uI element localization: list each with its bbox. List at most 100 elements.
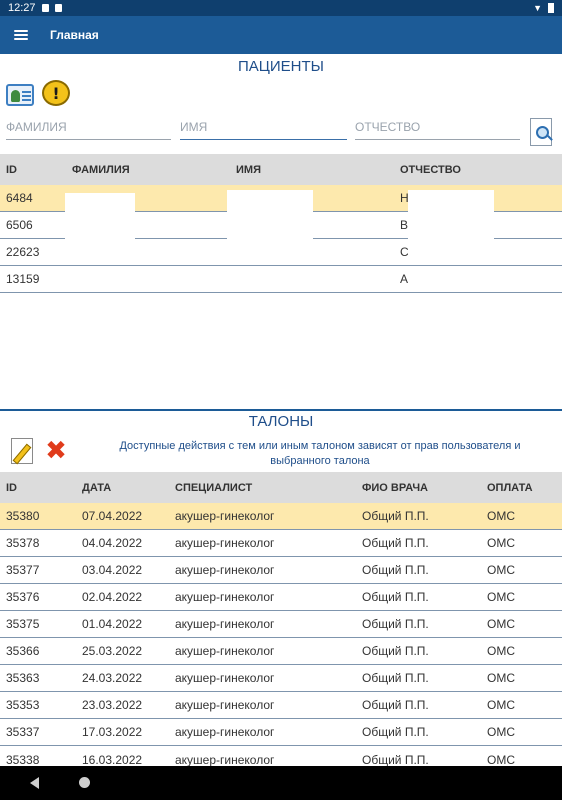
- redaction-mask: [227, 190, 313, 265]
- talon-doctor: Общий П.П.: [362, 752, 429, 767]
- edit-icon[interactable]: [6, 436, 38, 466]
- patient-id: 13159: [6, 272, 40, 286]
- patient-id: 22623: [6, 245, 40, 259]
- patient-id: 6484: [6, 191, 33, 205]
- surname-field[interactable]: ФАМИЛИЯ: [6, 114, 171, 140]
- talon-date: 03.04.2022: [82, 563, 143, 577]
- patients-title: ПАЦИЕНТЫ: [238, 58, 324, 75]
- talon-row[interactable]: 35366 25.03.2022 акушер-гинеколог Общий …: [0, 638, 562, 665]
- patient-card-icon[interactable]: [4, 80, 36, 110]
- name-field[interactable]: ИМЯ: [180, 114, 347, 140]
- talon-specialist: акушер-гинеколог: [175, 698, 275, 712]
- patient-patronymic: В: [400, 218, 409, 232]
- talon-id: 35380: [6, 509, 40, 523]
- column-header-date[interactable]: ДАТА: [82, 482, 111, 494]
- talon-row[interactable]: 35363 24.03.2022 акушер-гинеколог Общий …: [0, 665, 562, 692]
- column-header-payment[interactable]: ОПЛАТА: [487, 482, 533, 494]
- talon-payment: ОМС: [487, 536, 515, 550]
- talon-row[interactable]: 35377 03.04.2022 акушер-гинеколог Общий …: [0, 557, 562, 584]
- talon-specialist: акушер-гинеколог: [175, 509, 275, 523]
- talon-doctor: Общий П.П.: [362, 563, 429, 577]
- talon-doctor: Общий П.П.: [362, 509, 429, 523]
- column-header-id[interactable]: ID: [6, 164, 17, 176]
- talon-specialist: акушер-гинеколог: [175, 752, 275, 767]
- talon-payment: ОМС: [487, 644, 515, 658]
- column-header-surname[interactable]: ФАМИЛИЯ: [72, 164, 130, 176]
- talons-table-header: ID ДАТА СПЕЦИАЛИСТ ФИО ВРАЧА ОПЛАТА: [0, 472, 562, 503]
- talon-row[interactable]: 35376 02.04.2022 акушер-гинеколог Общий …: [0, 584, 562, 611]
- talon-id: 35378: [6, 536, 40, 550]
- talon-row[interactable]: 35337 17.03.2022 акушер-гинеколог Общий …: [0, 719, 562, 746]
- talon-row[interactable]: 35375 01.04.2022 акушер-гинеколог Общий …: [0, 611, 562, 638]
- talon-row[interactable]: 35380 07.04.2022 акушер-гинеколог Общий …: [0, 503, 562, 530]
- app-bar: Главная: [0, 16, 562, 54]
- delete-icon[interactable]: ✖: [40, 436, 72, 466]
- column-header-id[interactable]: ID: [6, 482, 17, 494]
- talons-info-text: Доступные действия с тем или иным талоно…: [119, 440, 521, 467]
- status-bar: 12:27 ▼: [0, 0, 562, 16]
- talon-specialist: акушер-гинеколог: [175, 671, 275, 685]
- talon-doctor: Общий П.П.: [362, 617, 429, 631]
- talon-payment: ОМС: [487, 590, 515, 604]
- talon-date: 17.03.2022: [82, 725, 143, 739]
- talon-id: 35363: [6, 671, 40, 685]
- column-header-patronymic[interactable]: ОТЧЕСТВО: [400, 164, 461, 176]
- talon-specialist: акушер-гинеколог: [175, 536, 275, 550]
- home-icon[interactable]: [79, 777, 90, 788]
- talon-id: 35353: [6, 698, 40, 712]
- column-header-specialist[interactable]: СПЕЦИАЛИСТ: [175, 482, 252, 494]
- patient-patronymic: А: [400, 272, 409, 286]
- talon-doctor: Общий П.П.: [362, 590, 429, 604]
- navigation-bar: [0, 766, 562, 800]
- talon-id: 35377: [6, 563, 40, 577]
- talon-doctor: Общий П.П.: [362, 725, 429, 739]
- back-icon[interactable]: [30, 777, 39, 789]
- talon-id: 35337: [6, 725, 40, 739]
- talon-date: 02.04.2022: [82, 590, 143, 604]
- talon-doctor: Общий П.П.: [362, 644, 429, 658]
- talon-payment: ОМС: [487, 671, 515, 685]
- talon-payment: ОМС: [487, 617, 515, 631]
- talon-doctor: Общий П.П.: [362, 671, 429, 685]
- patronymic-field[interactable]: ОТЧЕСТВО: [355, 114, 520, 140]
- talon-specialist: акушер-гинеколог: [175, 644, 275, 658]
- menu-icon[interactable]: [14, 30, 28, 40]
- talon-payment: ОМС: [487, 509, 515, 523]
- redaction-mask: [408, 190, 494, 265]
- talon-payment: ОМС: [487, 752, 515, 767]
- talon-date: 16.03.2022: [82, 752, 143, 767]
- status-time: 12:27: [8, 2, 36, 14]
- talon-specialist: акушер-гинеколог: [175, 590, 275, 604]
- settings-icon: [41, 4, 49, 12]
- search-icon[interactable]: [528, 116, 556, 148]
- talons-title: ТАЛОНЫ: [248, 413, 314, 430]
- talon-specialist: акушер-гинеколог: [175, 563, 275, 577]
- patient-id: 6506: [6, 218, 33, 232]
- patients-table-header: ID ФАМИЛИЯ ИМЯ ОТЧЕСТВО: [0, 154, 562, 185]
- column-header-doctor[interactable]: ФИО ВРАЧА: [362, 482, 428, 494]
- wifi-icon: ▼: [533, 3, 542, 13]
- section-divider: [0, 409, 562, 411]
- talon-date: 07.04.2022: [82, 509, 143, 523]
- talon-row[interactable]: 35378 04.04.2022 акушер-гинеколог Общий …: [0, 530, 562, 557]
- talon-id: 35366: [6, 644, 40, 658]
- talon-payment: ОМС: [487, 698, 515, 712]
- talon-date: 25.03.2022: [82, 644, 143, 658]
- talon-row[interactable]: 35353 23.03.2022 акушер-гинеколог Общий …: [0, 692, 562, 719]
- talon-doctor: Общий П.П.: [362, 698, 429, 712]
- talon-specialist: акушер-гинеколог: [175, 617, 275, 631]
- patient-row[interactable]: 13159 А: [0, 266, 562, 293]
- redaction-mask: [65, 193, 135, 265]
- talon-doctor: Общий П.П.: [362, 536, 429, 550]
- column-header-name[interactable]: ИМЯ: [236, 164, 261, 176]
- sim-card-icon: [54, 4, 62, 12]
- talon-date: 24.03.2022: [82, 671, 143, 685]
- talon-date: 01.04.2022: [82, 617, 143, 631]
- talon-payment: ОМС: [487, 725, 515, 739]
- talon-id: 35375: [6, 617, 40, 631]
- talon-id: 35338: [6, 752, 40, 767]
- talon-payment: ОМС: [487, 563, 515, 577]
- alert-icon[interactable]: !: [40, 78, 72, 108]
- talon-specialist: акушер-гинеколог: [175, 725, 275, 739]
- talon-id: 35376: [6, 590, 40, 604]
